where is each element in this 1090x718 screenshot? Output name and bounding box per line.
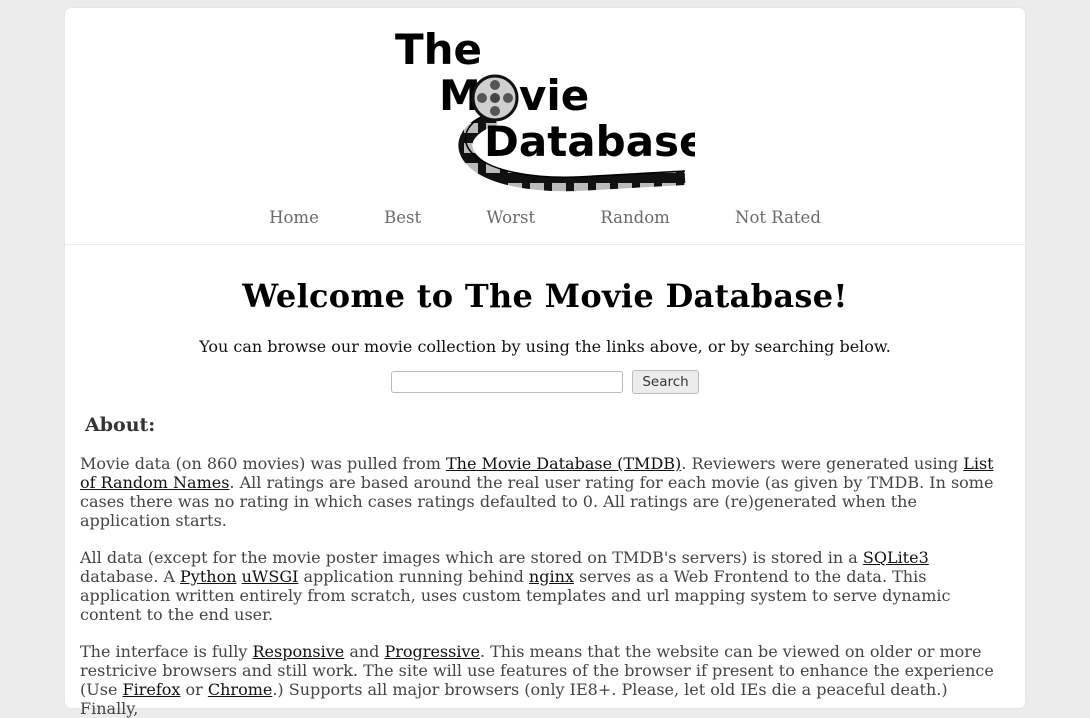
python-link[interactable]: Python xyxy=(180,567,236,586)
nav-worst[interactable]: Worst xyxy=(486,208,535,227)
sqlite3-link[interactable]: SQLite3 xyxy=(863,548,929,567)
nav-best[interactable]: Best xyxy=(384,208,421,227)
main-nav: Home Best Worst Random Not Rated xyxy=(65,208,1025,227)
page-title: Welcome to The Movie Database! xyxy=(242,277,848,315)
nav-home[interactable]: Home xyxy=(269,208,319,227)
about-heading: About: xyxy=(85,414,156,436)
site-logo[interactable]: The M vie Database xyxy=(395,18,695,196)
nav-not-rated[interactable]: Not Rated xyxy=(735,208,821,227)
text: . Reviewers were generated using xyxy=(681,454,964,473)
search-button[interactable]: Search xyxy=(632,370,699,394)
intro-text: You can browse our movie collection by u… xyxy=(199,337,891,356)
about-paragraph-2: All data (except for the movie poster im… xyxy=(80,548,1010,624)
chrome-link[interactable]: Chrome xyxy=(208,680,272,699)
text: Movie data (on 860 movies) was pulled fr… xyxy=(80,454,446,473)
search-form: Search xyxy=(80,370,1010,394)
text: and xyxy=(344,642,385,661)
page-content: Welcome to The Movie Database! You can b… xyxy=(65,277,1025,718)
text: database. A xyxy=(80,567,181,586)
tmdb-link[interactable]: The Movie Database (TMDB) xyxy=(446,454,681,473)
logo-vie: vie xyxy=(519,71,589,120)
film-reel-icon xyxy=(471,74,519,122)
about-paragraph-1: Movie data (on 860 movies) was pulled fr… xyxy=(80,454,1010,530)
responsive-link[interactable]: Responsive xyxy=(252,642,344,661)
uwsgi-link[interactable]: uWSGI xyxy=(242,567,299,586)
logo-database: Database xyxy=(484,117,695,166)
nginx-link[interactable]: nginx xyxy=(529,567,574,586)
logo-the: The xyxy=(395,25,482,74)
firefox-link[interactable]: Firefox xyxy=(123,680,181,699)
text: The interface is fully xyxy=(80,642,253,661)
text: or xyxy=(180,680,208,699)
text: application running behind xyxy=(298,567,529,586)
about-paragraph-3: The interface is fully Responsive and Pr… xyxy=(80,642,1010,718)
nav-random[interactable]: Random xyxy=(600,208,669,227)
text: All data (except for the movie poster im… xyxy=(80,548,863,567)
search-input[interactable] xyxy=(391,371,624,393)
progressive-link[interactable]: Progressive xyxy=(385,642,480,661)
site-header: The M vie Database Home Best Worst Rando… xyxy=(65,8,1025,245)
main-card: The M vie Database Home Best Worst Rando… xyxy=(65,8,1025,718)
